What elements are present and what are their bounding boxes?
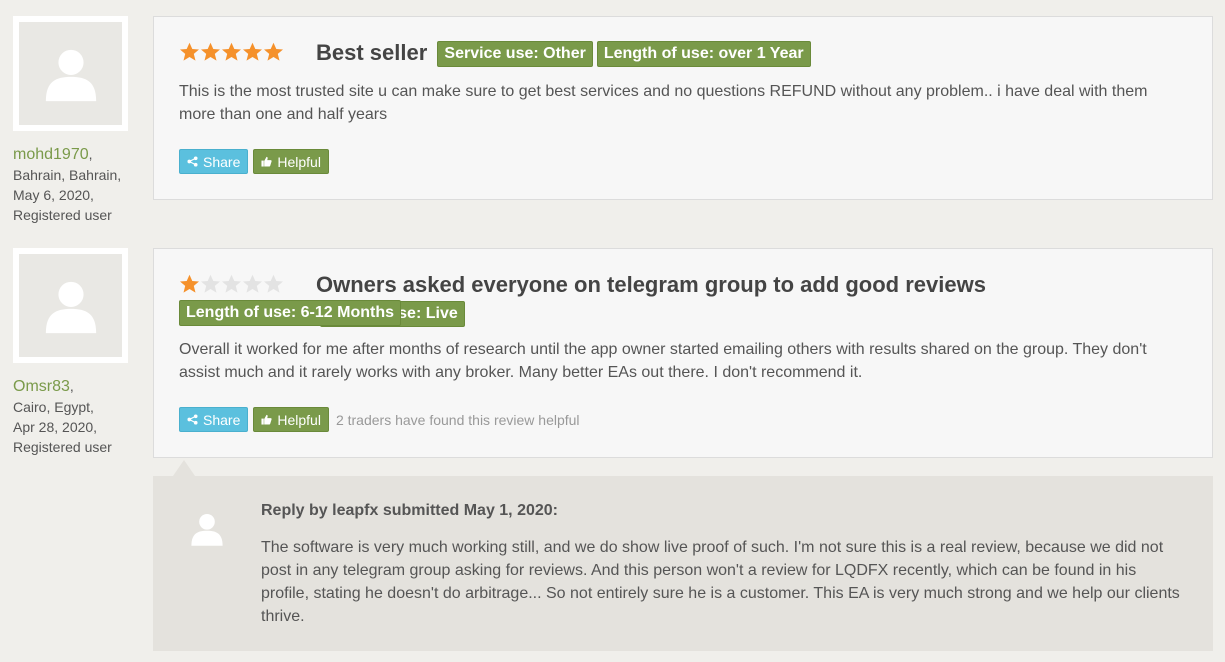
user-location: Bahrain, Bahrain,	[13, 167, 122, 183]
thumbs-up-icon	[261, 156, 272, 167]
owner-reply: Reply by leapfx submitted May 1, 2020: T…	[153, 476, 1213, 651]
helpful-button[interactable]: Helpful	[253, 407, 329, 432]
review-title-line: Owners asked everyone on telegram group …	[316, 271, 1132, 327]
star-icon	[180, 274, 199, 293]
user-silhouette-icon	[191, 514, 223, 546]
share-label: Share	[203, 153, 241, 170]
user-silhouette-icon	[45, 281, 96, 333]
review-body: Overall it worked for me after months of…	[179, 341, 1147, 381]
star-icon	[222, 42, 241, 61]
helpful-button[interactable]: Helpful	[253, 149, 329, 174]
review-card: Owners asked everyone on telegram group …	[153, 248, 1213, 458]
service-use-badge: Service use: Other	[437, 41, 593, 67]
review-actions: Share Helpful	[179, 149, 334, 174]
review-card: Best seller Service use: Other Length of …	[153, 16, 1213, 200]
user-name-link[interactable]: mohd1970	[13, 146, 89, 163]
reply-pointer	[173, 460, 195, 476]
star-icon	[222, 274, 241, 293]
review-date: Apr 28, 2020,	[13, 419, 98, 435]
user-meta: mohd1970, Bahrain, Bahrain, May 6, 2020,…	[13, 144, 143, 225]
thumbs-up-icon	[261, 414, 272, 425]
length-of-use-badge: Length of use: over 1 Year	[596, 41, 811, 67]
share-button[interactable]: Share	[179, 149, 249, 174]
reply-body: The software is very much working still,…	[261, 539, 1180, 625]
review-title-line: Best seller Service use: Other Length of …	[316, 39, 1192, 67]
helpful-count: 2 traders have found this review helpful	[335, 411, 580, 428]
star-icon	[201, 274, 220, 293]
share-icon	[187, 156, 198, 167]
user-role: Registered user	[13, 207, 112, 223]
user-silhouette-icon	[45, 49, 96, 101]
share-icon	[187, 414, 198, 425]
user-name-link[interactable]: Omsr83	[13, 378, 70, 395]
review-title: Best seller	[316, 40, 428, 65]
helpful-label: Helpful	[277, 153, 321, 170]
share-button[interactable]: Share	[179, 407, 249, 432]
star-rating	[179, 42, 284, 62]
review-body: This is the most trusted site u can make…	[179, 83, 1148, 123]
star-icon	[201, 42, 220, 61]
star-icon	[264, 42, 283, 61]
badge-row: Length of use: 6-12 Months	[179, 300, 401, 326]
star-icon	[264, 274, 283, 293]
share-label: Share	[203, 411, 241, 428]
review-title: Owners asked everyone on telegram group …	[316, 272, 986, 297]
avatar[interactable]	[13, 16, 128, 131]
review-date: May 6, 2020,	[13, 187, 94, 203]
length-of-use-badge: Length of use: 6-12 Months	[179, 300, 401, 326]
star-rating	[179, 274, 284, 294]
user-role: Registered user	[13, 439, 112, 455]
user-meta: Omsr83, Cairo, Egypt, Apr 28, 2020, Regi…	[13, 376, 143, 457]
star-icon	[243, 274, 262, 293]
star-icon	[180, 42, 199, 61]
avatar[interactable]	[13, 248, 128, 363]
review-actions: Share Helpful 2 traders have found this …	[179, 407, 580, 432]
star-icon	[243, 42, 262, 61]
reply-title: Reply by leapfx submitted May 1, 2020:	[261, 502, 558, 519]
user-location: Cairo, Egypt,	[13, 399, 94, 415]
helpful-label: Helpful	[277, 411, 321, 428]
